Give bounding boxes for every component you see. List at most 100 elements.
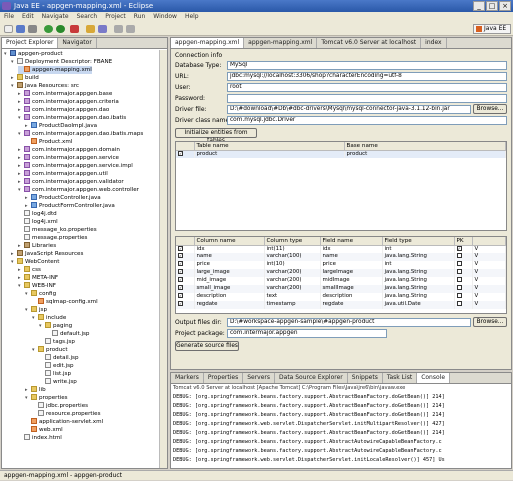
tree-item[interactable]: application-servlet.xml (25, 418, 103, 426)
tree-item[interactable]: ▸ JavaScript Resources (11, 250, 83, 258)
new-icon[interactable] (4, 25, 13, 33)
column-pk-checkbox[interactable] (454, 252, 473, 261)
tree-item[interactable]: ▸ ProductDaoImpl.java (25, 122, 97, 130)
tree-item[interactable]: ▸ com.intermajor.appgen.util (18, 170, 108, 178)
checkbox-icon[interactable]: ✓ (178, 293, 183, 299)
tree-item[interactable]: ▸ com.intermajor.appgen.dao (18, 106, 109, 114)
tree-item[interactable]: ▾ com.intermajor.appgen.web.controller (18, 186, 139, 194)
checkbox-icon[interactable] (456, 300, 462, 306)
checkbox-icon[interactable] (456, 292, 462, 298)
checkbox-icon[interactable]: ✓ (178, 285, 183, 291)
tree-item[interactable]: list.jsp (39, 370, 71, 378)
tree-item[interactable]: index.html (18, 434, 62, 442)
tables-header-table[interactable]: Table name (194, 142, 345, 151)
column-row[interactable]: ✓ mid_image varchar(200) midImage java.lang.… (176, 276, 506, 285)
column-include-checkbox[interactable]: ✓ (176, 268, 195, 277)
checkbox-icon[interactable]: ✓ (178, 301, 183, 307)
column-include-checkbox[interactable]: ✓ (176, 300, 195, 309)
tab-console[interactable]: Console (417, 373, 451, 383)
initialize-entities-button[interactable]: Initialize entities from tables (175, 128, 257, 144)
column-pk-checkbox[interactable] (454, 292, 473, 301)
debug-icon[interactable] (44, 25, 53, 33)
tab-navigator[interactable]: Navigator (58, 38, 97, 48)
column-row[interactable]: ✓ large_image varchar(200) largeImage java.l… (176, 268, 506, 277)
column-row[interactable]: ✓ small_image varchar(200) smallImage java.l… (176, 284, 506, 293)
tree-item[interactable]: ▸ css (18, 266, 41, 274)
run-icon[interactable] (56, 25, 65, 33)
column-include-checkbox[interactable]: ✓ (176, 292, 195, 301)
tree-item[interactable]: ▾ Deployment Descriptor: FBANE (11, 58, 112, 66)
tree-item[interactable]: ▾ properties (25, 394, 68, 402)
tree-item[interactable]: message_ko.properties (18, 226, 97, 234)
tree-item[interactable]: message.properties (18, 234, 87, 242)
tree-item[interactable]: jdbc.properties (32, 402, 88, 410)
checkbox-icon[interactable] (456, 268, 462, 274)
column-pk-checkbox[interactable]: ✓ (454, 245, 473, 253)
tree-item[interactable]: ▾ com.intermajor.appgen.dao.ibatis (18, 114, 126, 122)
tab-appgen-mapping-active[interactable]: appgen-mapping.xml (171, 38, 245, 48)
menu-project[interactable]: Project (105, 12, 126, 22)
tab-tomcat-server[interactable]: Tomcat v6.0 Server at localhost (317, 38, 422, 48)
columns-header-pk[interactable]: PK (454, 237, 473, 246)
package-field[interactable]: com.intermajor.appgen (227, 329, 387, 338)
tree-item[interactable]: edit.jsp (39, 362, 74, 370)
tree-item[interactable]: sqlmap-config.xml (32, 298, 98, 306)
column-include-checkbox[interactable]: ✓ (176, 260, 195, 269)
column-pk-checkbox[interactable] (454, 268, 473, 277)
output-dir-field[interactable]: D:\#workspace-appgen-sample\#appgen-prod… (227, 318, 471, 327)
close-button[interactable]: × (499, 1, 511, 11)
tree-item[interactable]: ▸ com.intermajor.appgen.service.impl (18, 162, 133, 170)
column-include-checkbox[interactable]: ✓ (176, 284, 195, 293)
column-pk-checkbox[interactable] (454, 284, 473, 293)
columns-header-field-type[interactable]: Field type (382, 237, 455, 246)
menu-edit[interactable]: Edit (22, 12, 34, 22)
tree-item[interactable]: log4j.dtd (18, 210, 57, 218)
tree-item[interactable]: ▸ ProductFormController.java (25, 202, 115, 210)
tree-scrollbar[interactable] (159, 50, 167, 468)
column-include-checkbox[interactable]: ✓ (176, 252, 195, 261)
column-row[interactable]: ✓ idx int(11) idx int ✓ V (176, 245, 506, 253)
tree-item[interactable]: ▸ com.intermajor.appgen.validator (18, 178, 124, 186)
tree-item[interactable]: ▸ com.intermajor.appgen.service (18, 154, 119, 162)
tables-header-base[interactable]: Base name (344, 142, 506, 151)
column-row[interactable]: ✓ description text description java.lang.Str… (176, 292, 506, 301)
perspective-java-ee[interactable]: Java EE (473, 24, 511, 34)
menu-search[interactable]: Search (77, 12, 98, 22)
tree-item[interactable]: ▸ Libraries (18, 242, 56, 250)
menu-file[interactable]: File (4, 12, 14, 22)
columns-header-column-name[interactable]: Column name (194, 237, 265, 246)
tree-item[interactable]: ▸ com.intermajor.appgen.base (18, 90, 112, 98)
maximize-button[interactable]: □ (486, 1, 498, 11)
url-field[interactable]: jdbc:mysql://localhost:3306/shop?charact… (227, 72, 507, 81)
tab-properties[interactable]: Properties (204, 373, 244, 383)
tree-item[interactable]: ▾ WEB-INF (18, 282, 56, 290)
columns-header-column-type[interactable]: Column type (264, 237, 321, 246)
columns-header-field-name[interactable]: Field name (320, 237, 383, 246)
generate-source-button[interactable]: Generate source files (175, 341, 239, 351)
checkbox-icon[interactable]: ✓ (178, 277, 183, 283)
tab-snippets[interactable]: Snippets (348, 373, 383, 383)
column-pk-checkbox[interactable] (454, 276, 473, 285)
tab-data-source-explorer[interactable]: Data Source Explorer (275, 373, 348, 383)
tree-item[interactable]: write.jsp (39, 378, 77, 386)
minimize-button[interactable]: _ (473, 1, 485, 11)
tree-item[interactable]: web.xml (25, 426, 63, 434)
table-row-checkbox[interactable]: ✓ (176, 150, 195, 158)
tree-item[interactable]: appgen-mapping.xml (18, 66, 92, 74)
tree-item[interactable]: ▾ product (32, 346, 68, 354)
tree-item[interactable]: ▾ include (32, 314, 66, 322)
checkbox-icon[interactable] (456, 252, 462, 258)
tab-index[interactable]: index (421, 38, 447, 48)
tree-item[interactable]: resource.properties (32, 410, 101, 418)
tree-item[interactable]: default.jsp (46, 330, 89, 338)
tree-item[interactable]: ▸ lib (25, 386, 46, 394)
window-title-bar[interactable]: Java EE - appgen-mapping.xml - Eclipse _… (0, 0, 513, 12)
tab-markers[interactable]: Markers (171, 373, 204, 383)
tree-item[interactable]: ▾ config (25, 290, 56, 298)
tab-appgen-mapping[interactable]: appgen-mapping.xml (244, 38, 318, 48)
browse-output-button[interactable]: Browse... (473, 317, 507, 327)
browse-driver-button[interactable]: Browse... (473, 104, 507, 114)
driver-class-field[interactable]: com.mysql.jdbc.Driver (227, 116, 507, 125)
menu-run[interactable]: Run (134, 12, 146, 22)
tree-item[interactable]: ▾ paging (39, 322, 72, 330)
